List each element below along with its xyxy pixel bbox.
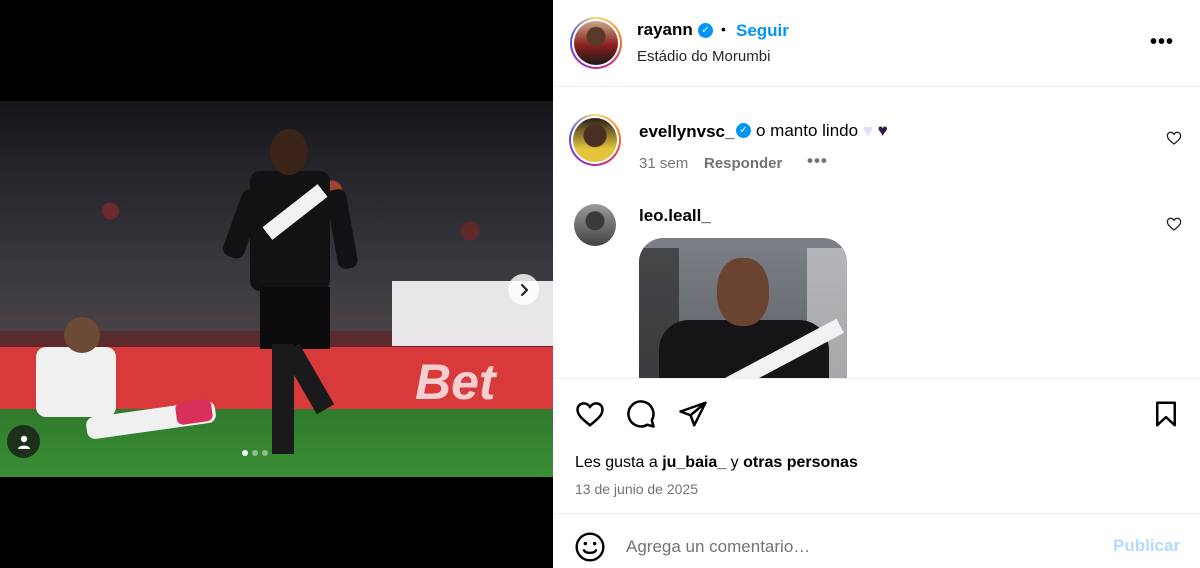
comment-body: o manto lindo (756, 121, 859, 140)
comments-list[interactable]: evellynvsc_ ✓ o manto lindo ♥ ♥ 31 sem R… (553, 88, 1200, 378)
verified-icon: ✓ (698, 23, 713, 38)
header-separator: • (721, 21, 726, 37)
likes-joiner: y (730, 454, 739, 471)
comment-avatar[interactable] (569, 114, 621, 166)
carousel-dot (252, 450, 258, 456)
comment-composer: Publicar (553, 513, 1200, 568)
post-details-panel: rayann ✓ • Seguir Estádio do Morumbi •••… (553, 0, 1200, 568)
post-location[interactable]: Estádio do Morumbi (637, 48, 770, 65)
post-date[interactable]: 13 de junio de 2025 (575, 481, 698, 497)
carousel-next-button[interactable] (508, 274, 539, 305)
heart-icon[interactable] (1166, 216, 1182, 232)
white-heart-emoji: ♥ (862, 121, 873, 140)
emoji-icon[interactable] (574, 531, 606, 563)
more-options-icon[interactable]: ••• (1150, 31, 1174, 54)
comment-image[interactable] (639, 238, 847, 378)
liker-username[interactable]: ju_baia_ (662, 454, 726, 471)
comment-timestamp[interactable]: 31 sem (639, 155, 688, 172)
photo-ad-text: Bet (415, 354, 496, 410)
carousel-dot (242, 450, 248, 456)
other-likers-link[interactable]: otras personas (743, 454, 858, 471)
comment-more-icon[interactable]: ••• (807, 151, 828, 171)
owner-username[interactable]: rayann (637, 20, 693, 40)
heart-icon[interactable] (575, 399, 605, 429)
photo-seated-player (16, 317, 217, 457)
heart-icon[interactable] (1166, 130, 1182, 146)
post-photo[interactable]: Bet (0, 101, 553, 477)
post-media: Bet (0, 0, 553, 568)
black-heart-emoji: ♥ (877, 121, 888, 140)
comment-username[interactable]: leo.leall_ (639, 206, 711, 226)
tagged-users-button[interactable] (7, 425, 40, 458)
follow-button[interactable]: Seguir (736, 21, 789, 41)
post-header: rayann ✓ • Seguir Estádio do Morumbi ••• (553, 0, 1200, 87)
chevron-right-icon (520, 283, 528, 296)
verified-icon: ✓ (736, 123, 751, 138)
owner-avatar[interactable] (570, 17, 622, 69)
publish-button[interactable]: Publicar (1113, 536, 1180, 556)
comment-input[interactable] (626, 532, 1096, 562)
reply-button[interactable]: Responder (704, 155, 782, 172)
post-actions: Les gusta a ju_baia_ y otras personas 13… (553, 378, 1200, 513)
bookmark-icon[interactable] (1151, 399, 1181, 429)
comment-username[interactable]: evellynvsc_ (639, 122, 734, 142)
photo-running-player (220, 129, 359, 459)
comment-icon[interactable] (626, 399, 656, 429)
share-icon[interactable] (678, 399, 708, 429)
carousel-indicator (242, 450, 268, 456)
user-tag-icon (17, 435, 30, 449)
likes-summary: Les gusta a ju_baia_ y otras personas (575, 454, 858, 472)
comment-avatar[interactable] (574, 204, 616, 246)
likes-prefix: Les gusta a (575, 454, 658, 471)
comment-text: o manto lindo ♥ ♥ (756, 121, 888, 141)
carousel-dot (262, 450, 268, 456)
